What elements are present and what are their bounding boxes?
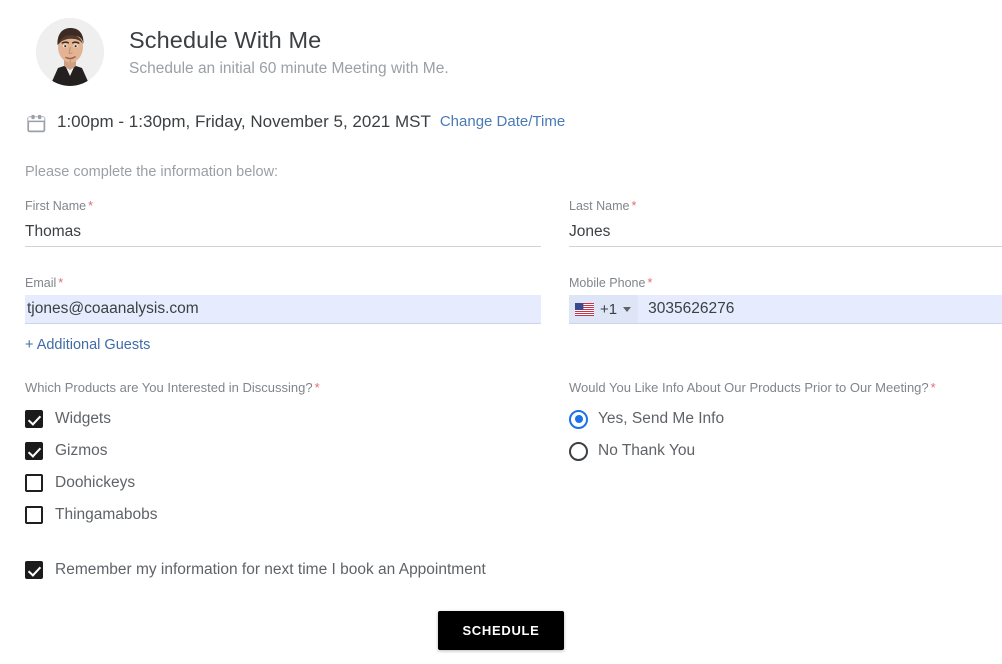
schedule-page: Schedule With Me Schedule an initial 60 …	[0, 0, 1002, 664]
form-row-names: First Name* Last Name*	[0, 198, 1002, 247]
page-subtitle: Schedule an initial 60 minute Meeting wi…	[129, 59, 449, 77]
checkbox-thingamabobs-label: Thingamabobs	[55, 506, 158, 523]
required-asterisk: *	[88, 199, 93, 213]
checkbox-widgets-icon[interactable]	[25, 410, 43, 428]
calendar-icon	[27, 114, 46, 133]
checkbox-option-doohickeys[interactable]: Doohickeys	[25, 467, 541, 499]
email-field: Email *	[25, 275, 541, 324]
mobile-phone-label: Mobile Phone *	[569, 275, 1002, 291]
add-additional-guests-link[interactable]: + Additional Guests	[0, 337, 150, 353]
first-name-label-text: First Name	[25, 199, 87, 213]
info-group: Would You Like Info About Our Products P…	[569, 379, 1002, 531]
us-flag-icon	[575, 302, 594, 316]
form-row-contact: Email* Mobile Phone*	[0, 275, 1002, 324]
radio-yes-icon[interactable]	[569, 409, 588, 429]
products-group-title: Which Products are You Interested in Dis…	[25, 379, 541, 397]
remember-me-label: Remember my information for next time I …	[55, 561, 486, 578]
booking-form: First Name* Last Name*	[0, 198, 1002, 650]
checkbox-doohickeys-icon[interactable]	[25, 474, 43, 492]
additional-guests-row: + Additional Guests	[0, 324, 1002, 354]
info-group-title-text: Would You Like Info About Our Products P…	[569, 380, 929, 395]
required-asterisk: *	[930, 380, 936, 395]
last-name-field: Last Name *	[569, 198, 1002, 247]
products-group: Which Products are You Interested in Dis…	[0, 379, 569, 531]
phone-input-group: +1	[569, 295, 1002, 323]
mobile-phone-label-text: Mobile Phone	[569, 276, 646, 290]
email-label: Email *	[25, 275, 541, 291]
form-row-options: Which Products are You Interested in Dis…	[0, 379, 1002, 531]
first-name-field: First Name *	[25, 198, 541, 247]
last-name-label: Last Name *	[569, 198, 1002, 214]
products-group-title-text: Which Products are You Interested in Dis…	[25, 380, 313, 395]
appointment-datetime-row: 1:00pm - 1:30pm, Friday, November 5, 202…	[0, 108, 1002, 136]
required-asterisk: *	[631, 199, 637, 213]
first-name-underline	[25, 246, 541, 247]
checkbox-remember-me-icon[interactable]	[25, 561, 43, 579]
required-asterisk: *	[314, 380, 320, 395]
mobile-phone-field-wrap: Mobile Phone * +1 3035626276	[569, 275, 1002, 324]
checkbox-option-thingamabobs[interactable]: Thingamabobs	[25, 499, 541, 531]
checkbox-gizmos-icon[interactable]	[25, 442, 43, 460]
change-datetime-link[interactable]: Change Date/Time	[440, 110, 565, 134]
email-input[interactable]	[25, 295, 541, 323]
last-name-underline	[569, 246, 1002, 247]
mobile-phone-input[interactable]	[638, 295, 1002, 323]
avatar	[36, 18, 104, 86]
email-underline	[25, 323, 541, 324]
required-asterisk: *	[58, 276, 64, 290]
last-name-input[interactable]	[569, 218, 1002, 246]
country-code-selector[interactable]: +1	[569, 295, 639, 323]
mobile-phone-underline	[569, 323, 1002, 324]
first-name-input[interactable]	[25, 218, 541, 246]
checkbox-option-gizmos[interactable]: Gizmos	[25, 435, 541, 467]
checkbox-option-widgets[interactable]: Widgets	[25, 403, 541, 435]
radio-no-icon[interactable]	[569, 441, 588, 461]
radio-yes-label: Yes, Send Me Info	[598, 410, 725, 427]
form-instruction: Please complete the information below:	[25, 164, 279, 180]
email-label-text: Email	[25, 276, 57, 290]
radio-option-no[interactable]: No Thank You	[569, 435, 1002, 467]
radio-no-label: No Thank You	[598, 442, 696, 459]
appointment-datetime-text: 1:00pm - 1:30pm, Friday, November 5, 202…	[57, 112, 431, 131]
schedule-button[interactable]: SCHEDULE	[438, 611, 564, 650]
email-field-wrap: Email *	[0, 275, 569, 324]
mobile-phone-field: Mobile Phone * +1 3035626276	[569, 275, 1002, 324]
page-title: Schedule With Me	[129, 26, 322, 53]
info-group-title: Would You Like Info About Our Products P…	[569, 379, 1002, 397]
checkbox-doohickeys-label: Doohickeys	[55, 474, 136, 491]
required-asterisk: *	[647, 276, 653, 290]
chevron-down-icon	[623, 306, 632, 312]
first-name-label: First Name *	[25, 198, 541, 214]
checkbox-thingamabobs-icon[interactable]	[25, 506, 43, 524]
page-header: Schedule With Me Schedule an initial 60 …	[0, 0, 1002, 92]
header-text-block: Schedule With Me Schedule an initial 60 …	[129, 25, 449, 80]
last-name-field-wrap: Last Name *	[569, 198, 1002, 247]
radio-option-yes[interactable]: Yes, Send Me Info	[569, 403, 1002, 435]
last-name-label-text: Last Name	[569, 199, 630, 213]
remember-me-row[interactable]: Remember my information for next time I …	[0, 559, 1002, 581]
submit-row: SCHEDULE	[0, 611, 1002, 650]
country-code-value: +1	[600, 300, 618, 318]
first-name-field-wrap: First Name *	[0, 198, 569, 247]
checkbox-widgets-label: Widgets	[55, 410, 111, 427]
checkbox-gizmos-label: Gizmos	[55, 442, 108, 459]
